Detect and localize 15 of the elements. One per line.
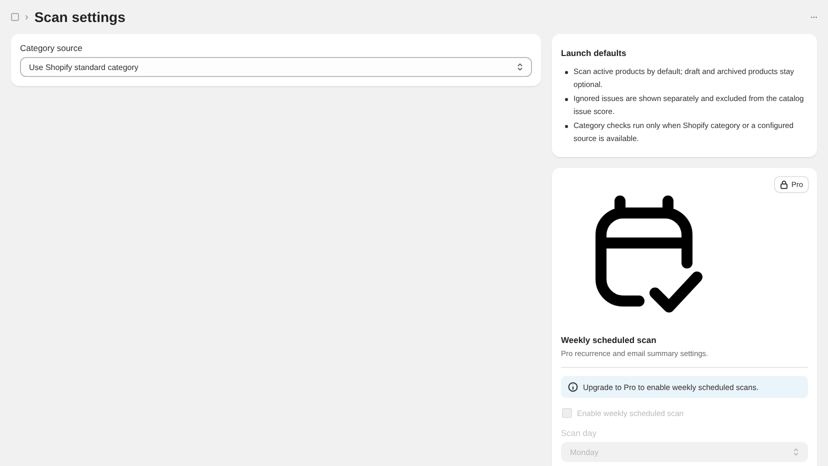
card-title: Launch defaults bbox=[561, 48, 628, 58]
field-label: Scan day bbox=[561, 428, 598, 438]
card-title: Weekly scheduled scan bbox=[561, 335, 658, 345]
chevron-icon bbox=[793, 447, 799, 457]
chevron-icon bbox=[517, 62, 523, 72]
bullet-icon bbox=[565, 125, 568, 128]
bullet-icon bbox=[565, 98, 568, 100]
field-label: Category source bbox=[20, 43, 84, 53]
breadcrumb-icon[interactable] bbox=[11, 13, 19, 21]
info-icon bbox=[568, 382, 578, 392]
category-select[interactable]: Use Shopify standard category bbox=[20, 57, 532, 77]
breadcrumb-separator: › bbox=[25, 12, 28, 22]
more-actions-button[interactable]: ··· bbox=[810, 12, 817, 22]
page-title: Scan settings bbox=[34, 9, 126, 25]
bullet-icon bbox=[565, 71, 568, 74]
